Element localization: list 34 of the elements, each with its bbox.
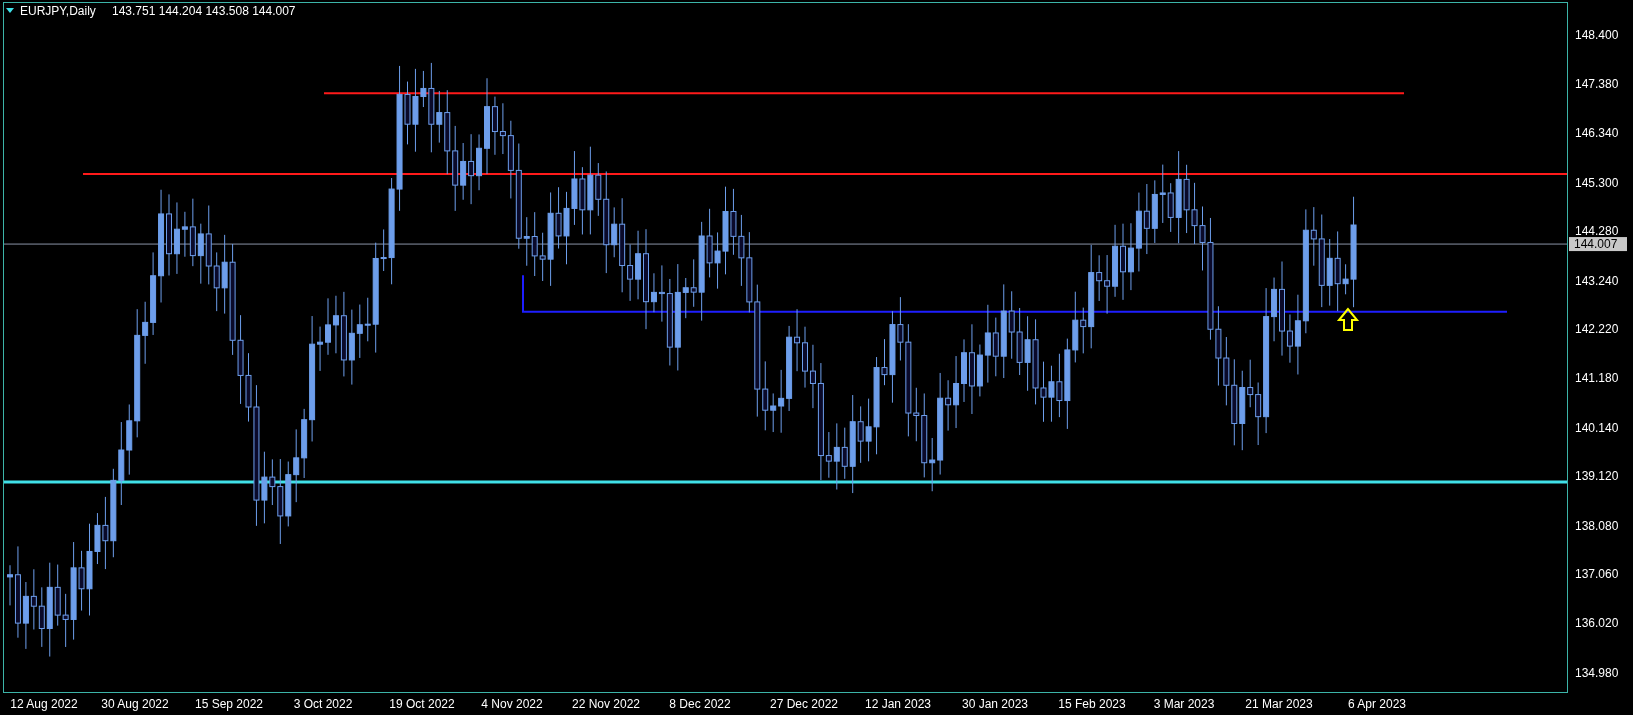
date-axis-label: 12 Jan 2023 xyxy=(864,697,932,711)
date-axis-label: 15 Feb 2023 xyxy=(1058,697,1126,711)
current-price-tag: 144.007 xyxy=(1569,237,1627,252)
date-axis-label: 6 Apr 2023 xyxy=(1347,697,1407,711)
up-arrow-icon xyxy=(1336,307,1360,331)
price-axis-label: 136.020 xyxy=(1575,616,1619,631)
date-axis-label: 4 Nov 2022 xyxy=(481,697,543,711)
date-axis-label: 12 Aug 2022 xyxy=(10,697,78,711)
dropdown-icon[interactable] xyxy=(6,8,14,13)
date-axis-label: 27 Dec 2022 xyxy=(769,697,839,711)
price-axis-label: 141.180 xyxy=(1575,371,1619,386)
price-axis-label: 140.140 xyxy=(1575,420,1619,435)
date-axis-label: 15 Sep 2022 xyxy=(194,697,264,711)
symbol-label: EURJPY,Daily xyxy=(20,4,96,18)
price-axis-label: 146.340 xyxy=(1575,126,1619,141)
date-axis-label: 30 Aug 2022 xyxy=(101,697,169,711)
price-axis-label: 137.060 xyxy=(1575,567,1619,582)
date-axis-label: 22 Nov 2022 xyxy=(571,697,641,711)
price-axis-label: 145.300 xyxy=(1575,175,1619,190)
date-axis-label: 3 Mar 2023 xyxy=(1153,697,1215,711)
date-axis-label: 3 Oct 2022 xyxy=(293,697,353,711)
quote-values: 143.751 144.204 143.508 144.007 xyxy=(112,4,296,18)
date-axis-label: 30 Jan 2023 xyxy=(961,697,1029,711)
date-axis-label: 21 Mar 2023 xyxy=(1245,697,1313,711)
price-axis-label: 143.240 xyxy=(1575,273,1619,288)
price-axis-label: 142.220 xyxy=(1575,321,1619,336)
price-axis-label: 139.120 xyxy=(1575,469,1619,484)
price-axis-label: 144.280 xyxy=(1575,224,1619,239)
price-axis-label: 147.380 xyxy=(1575,76,1619,91)
price-axis-label: 138.080 xyxy=(1575,518,1619,533)
price-axis-label: 148.400 xyxy=(1575,28,1619,43)
date-axis-label: 19 Oct 2022 xyxy=(389,697,455,711)
price-axis-label: 134.980 xyxy=(1575,665,1619,680)
date-axis-label: 8 Dec 2022 xyxy=(669,697,731,711)
